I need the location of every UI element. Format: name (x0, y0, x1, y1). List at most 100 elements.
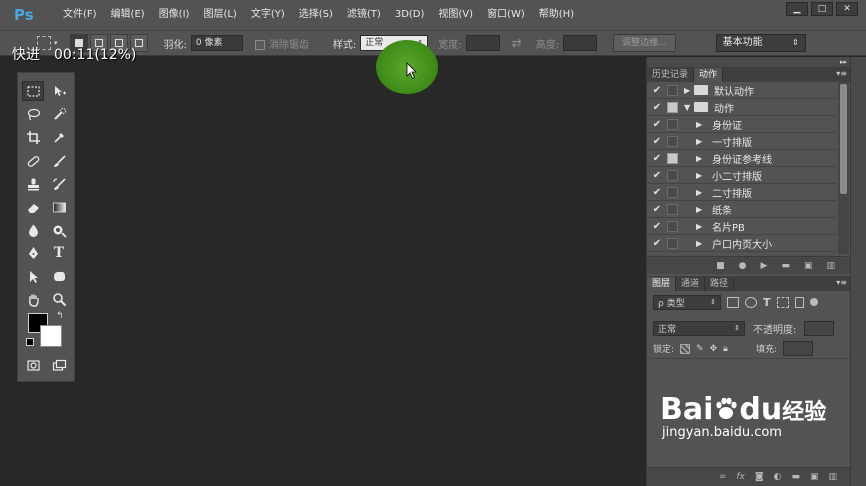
fill-input[interactable] (782, 341, 813, 356)
hand-tool[interactable] (22, 289, 44, 309)
dialog-toggle[interactable] (667, 237, 678, 249)
gradient-tool[interactable] (48, 197, 70, 217)
new-set-icon[interactable]: ▬ (781, 261, 790, 271)
blur-tool[interactable] (22, 220, 44, 240)
width-input[interactable] (465, 35, 500, 51)
check-icon[interactable]: ✔ (647, 170, 667, 181)
history-brush-tool[interactable] (48, 174, 70, 194)
zoom-tool[interactable] (48, 289, 70, 309)
filter-toggle-icon[interactable] (809, 298, 818, 306)
new-action-icon[interactable]: ▣ (804, 261, 813, 271)
pixel-filter-icon[interactable] (727, 296, 739, 308)
type-filter-icon[interactable]: T (763, 296, 771, 309)
dialog-toggle[interactable] (667, 135, 678, 147)
dialog-toggle[interactable] (667, 169, 678, 181)
clone-stamp-tool[interactable] (22, 174, 44, 194)
action-item[interactable]: ✔ ▶ 小二寸排版 (647, 167, 837, 184)
pen-tool[interactable] (22, 243, 44, 263)
action-item[interactable]: ✔ ▶ 二寸排版 (647, 184, 837, 201)
close-button[interactable]: ✕ (836, 2, 858, 16)
crop-tool[interactable] (22, 127, 44, 147)
lock-pixels-icon[interactable]: ✎ (696, 344, 704, 354)
check-icon[interactable]: ✔ (647, 221, 667, 232)
document-canvas[interactable] (78, 57, 644, 486)
quick-mask-tool[interactable] (22, 355, 44, 375)
delete-layer-icon[interactable]: ▥ (828, 472, 837, 482)
check-icon[interactable]: ✔ (647, 238, 667, 249)
lock-position-icon[interactable]: ✥ (710, 344, 718, 354)
tab-actions[interactable]: 动作 (694, 68, 724, 82)
menu-3d[interactable]: 3D(D) (388, 0, 432, 30)
menu-type[interactable]: 文字(Y) (244, 0, 292, 30)
default-colors-icon[interactable] (26, 338, 34, 346)
panel-menu-icon[interactable]: ▾≡ (836, 278, 847, 287)
menu-edit[interactable]: 编辑(E) (104, 0, 152, 30)
triangle-right-icon[interactable]: ▶ (696, 154, 706, 163)
menu-image[interactable]: 图像(I) (152, 0, 197, 30)
menu-help[interactable]: 帮助(H) (532, 0, 581, 30)
dialog-toggle[interactable] (667, 84, 678, 96)
triangle-right-icon[interactable]: ▶ (696, 120, 706, 129)
triangle-right-icon[interactable]: ▶ (696, 205, 706, 214)
link-layers-icon[interactable]: ∞ (719, 472, 727, 482)
menu-window[interactable]: 窗口(W) (480, 0, 532, 30)
antialias-checkbox[interactable]: 消除锯齿 (254, 36, 309, 51)
panel-menu-icon[interactable]: ▾≡ (836, 69, 847, 78)
maximize-button[interactable]: □ (811, 2, 833, 16)
dialog-toggle[interactable] (667, 203, 678, 215)
type-tool[interactable]: T (48, 243, 70, 263)
triangle-right-icon[interactable]: ▶ (696, 171, 706, 180)
triangle-down-icon[interactable]: ▼ (684, 103, 694, 112)
layer-kind-select[interactable]: ρ 类型 ⇕ (653, 294, 721, 310)
action-item[interactable]: ✔ ▶ 名片PB (647, 218, 837, 235)
dodge-tool[interactable] (48, 220, 70, 240)
eyedropper-tool[interactable] (48, 127, 70, 147)
action-item[interactable]: ✔ ▶ 户口内页大小 (647, 235, 837, 252)
action-set-actions[interactable]: ✔ ▼ 动作 (647, 99, 837, 116)
layer-style-icon[interactable]: fx (736, 472, 745, 482)
check-icon[interactable]: ✔ (647, 204, 667, 215)
menu-select[interactable]: 选择(S) (292, 0, 340, 30)
play-icon[interactable]: ▶ (761, 261, 768, 271)
swap-dimensions-icon[interactable]: ⇄ (512, 36, 522, 50)
tab-history[interactable]: 历史记录 (647, 68, 695, 82)
triangle-right-icon[interactable]: ▶ (696, 188, 706, 197)
tab-paths[interactable]: 路径 (705, 277, 735, 291)
lock-transparent-icon[interactable] (680, 343, 691, 354)
triangle-right-icon[interactable]: ▶ (696, 239, 706, 248)
action-item[interactable]: ✔ ▶ 纸条 (647, 201, 837, 218)
feather-input[interactable]: 0 像素 (190, 35, 243, 51)
add-mask-icon[interactable]: ◙ (755, 472, 764, 482)
refine-edge-button[interactable]: 调整边缘... (613, 34, 676, 52)
move-tool[interactable] (48, 81, 70, 101)
lasso-tool[interactable] (22, 104, 44, 124)
tab-channels[interactable]: 通道 (676, 277, 706, 291)
stop-icon[interactable]: ■ (716, 261, 725, 271)
new-layer-icon[interactable]: ▣ (810, 472, 819, 482)
record-icon[interactable]: ● (739, 261, 747, 271)
screen-mode-tool[interactable] (48, 355, 70, 375)
healing-brush-tool[interactable] (22, 151, 44, 171)
menu-view[interactable]: 视图(V) (431, 0, 480, 30)
new-group-icon[interactable]: ▬ (791, 472, 800, 482)
check-icon[interactable]: ✔ (647, 153, 667, 164)
check-icon[interactable]: ✔ (647, 119, 667, 130)
menu-file[interactable]: 文件(F) (56, 0, 104, 30)
adjustment-layer-icon[interactable]: ◐ (774, 472, 782, 482)
menu-layer[interactable]: 图层(L) (196, 0, 243, 30)
adjustment-filter-icon[interactable] (745, 296, 757, 308)
lock-all-icon[interactable]: 🔒︎ (723, 344, 728, 354)
actions-scrollbar[interactable] (838, 82, 849, 254)
brush-tool[interactable] (48, 151, 70, 171)
triangle-right-icon[interactable]: ▶ (696, 222, 706, 231)
dialog-toggle[interactable] (667, 101, 678, 113)
dialog-toggle[interactable] (667, 152, 678, 164)
delete-icon[interactable]: ▥ (826, 261, 835, 271)
scroll-thumb[interactable] (840, 84, 847, 194)
dialog-toggle[interactable] (667, 118, 678, 130)
opacity-input[interactable] (804, 320, 835, 336)
check-icon[interactable]: ✔ (647, 85, 667, 96)
workspace-select[interactable]: 基本功能 ⇕ (715, 34, 806, 52)
triangle-right-icon[interactable]: ▶ (696, 137, 706, 146)
shape-filter-icon[interactable] (776, 296, 789, 308)
